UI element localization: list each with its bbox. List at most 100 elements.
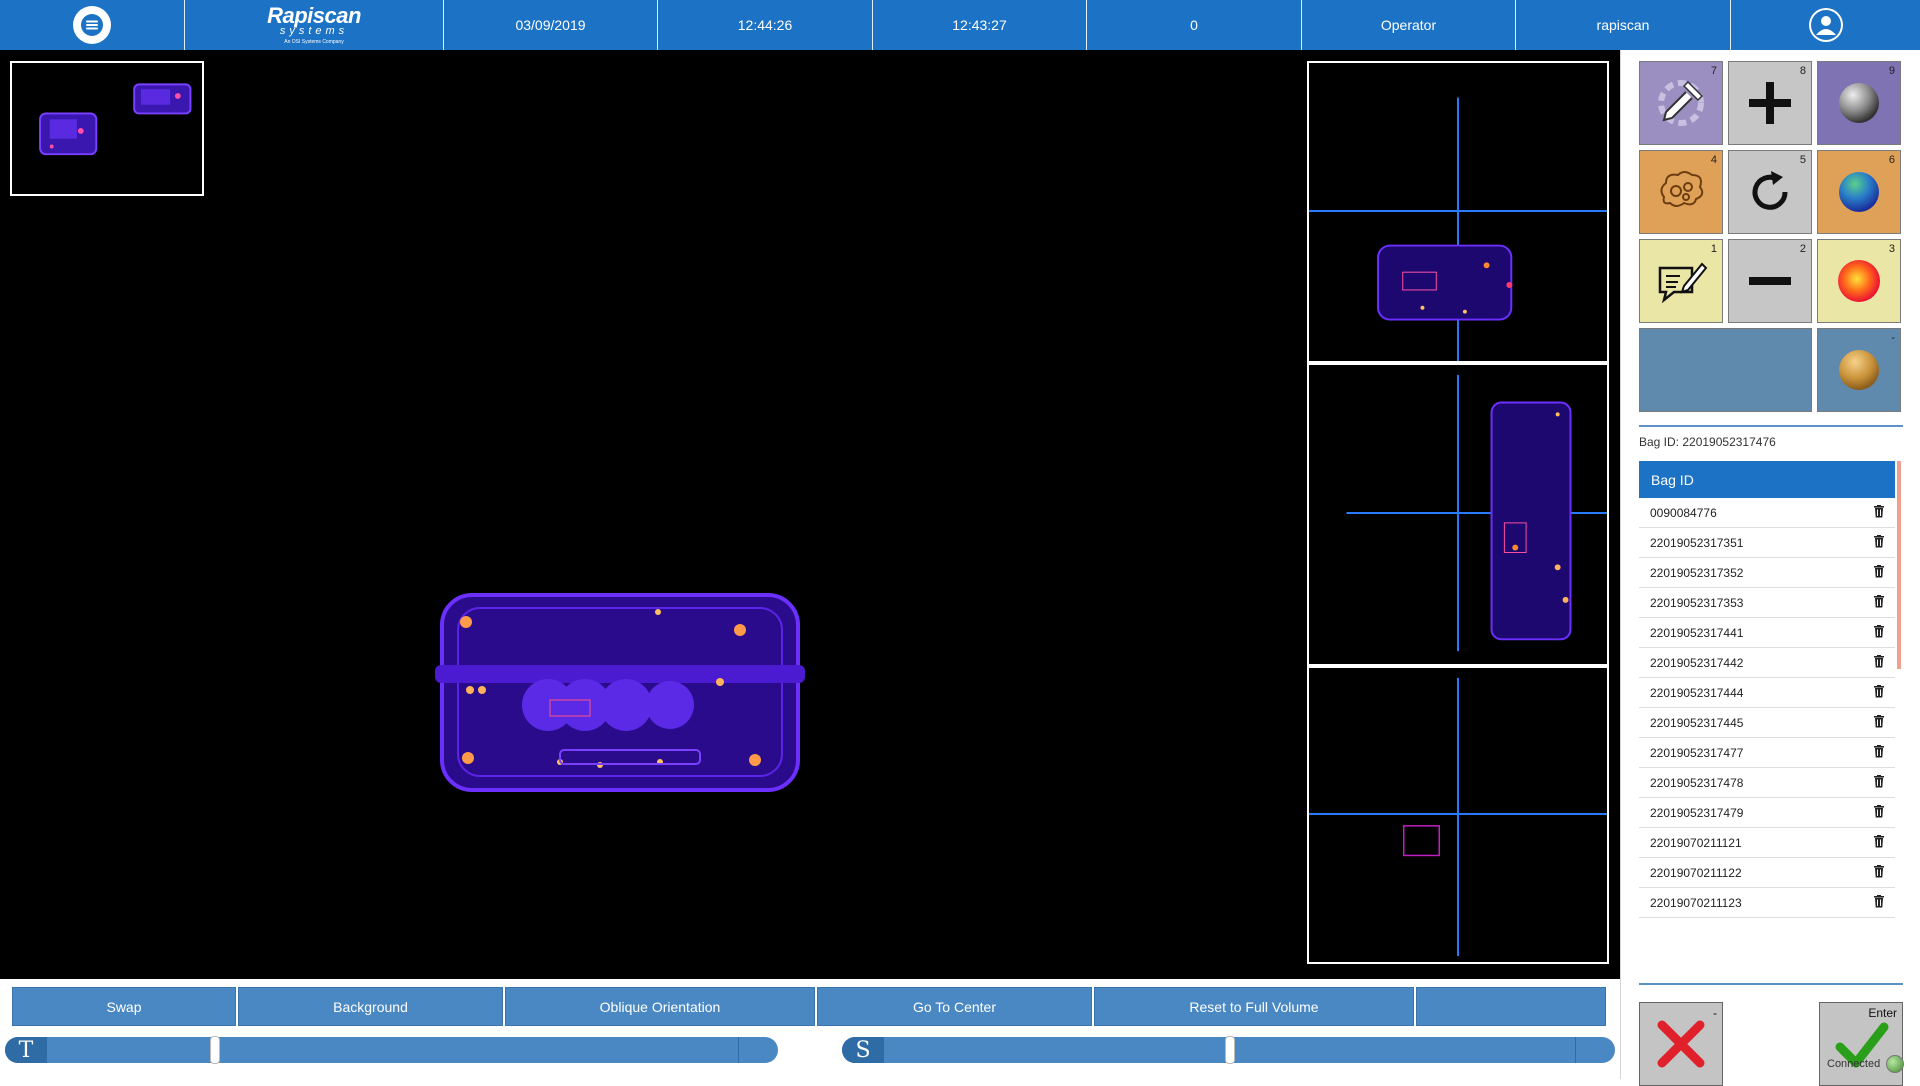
bag-id-value: 22019052317352: [1650, 565, 1744, 580]
trash-icon[interactable]: [1873, 744, 1885, 761]
tile-shortcut: 3: [1888, 243, 1895, 255]
trash-icon[interactable]: [1873, 684, 1885, 701]
s-slider-label: S: [842, 1037, 884, 1063]
bag-id-row[interactable]: 22019052317351: [1639, 528, 1895, 558]
bottom-toolbar: Swap Background Oblique Orientation Go T…: [0, 979, 1620, 1079]
trash-icon[interactable]: [1873, 714, 1885, 731]
bag-id-value: 22019052317353: [1650, 595, 1744, 610]
bag-list-scrollbar[interactable]: [1897, 461, 1901, 669]
bag-id-row[interactable]: 22019070211122: [1639, 858, 1895, 888]
top-bar: Rapiscan systems An OSI Systems Company …: [0, 0, 1920, 50]
annotate-tool-button[interactable]: 1: [1639, 239, 1723, 323]
top-slice-image: [1309, 97, 1607, 361]
front-slice-image: [1309, 677, 1607, 957]
bag-id-row[interactable]: 22019052317477: [1639, 738, 1895, 768]
blank-tool-tile[interactable]: [1639, 328, 1812, 412]
connection-led-icon: [1886, 1055, 1905, 1073]
zoom-in-tool-button[interactable]: 8: [1728, 61, 1812, 145]
logo-cell: Rapiscan systems An OSI Systems Company: [185, 0, 444, 50]
ai-detection-tool-button[interactable]: 4: [1639, 150, 1723, 234]
user-profile-button[interactable]: [1808, 8, 1843, 42]
gold-material-tool-button[interactable]: -: [1817, 328, 1901, 412]
username-display: rapiscan: [1516, 0, 1731, 50]
trash-icon[interactable]: [1873, 804, 1885, 821]
slice-view-top[interactable]: [1307, 61, 1609, 363]
bag-id-row[interactable]: 22019052317353: [1639, 588, 1895, 618]
overview-thumbnail[interactable]: [10, 61, 204, 196]
menu-button[interactable]: [73, 6, 111, 44]
rotate-tool-button[interactable]: 5: [1728, 150, 1812, 234]
scanned-bag-3d-render: [435, 593, 805, 792]
trash-icon[interactable]: [1873, 534, 1885, 551]
eyedropper-tool-button[interactable]: 7: [1639, 61, 1723, 145]
connection-status-text: Connected: [1827, 1058, 1881, 1070]
date-display: 03/09/2019: [444, 0, 658, 50]
reject-shortcut: -: [1713, 1006, 1717, 1020]
trash-icon[interactable]: [1873, 654, 1885, 671]
separator: [1639, 425, 1903, 427]
zoom-out-tool-button[interactable]: 2: [1728, 239, 1812, 323]
bag-id-row[interactable]: 22019052317445: [1639, 708, 1895, 738]
bag-id-row[interactable]: 22019052317478: [1639, 768, 1895, 798]
slice-view-side[interactable]: [1307, 363, 1609, 666]
tile-shortcut: 6: [1888, 154, 1895, 166]
oblique-orientation-button[interactable]: Oblique Orientation: [505, 987, 815, 1026]
background-button[interactable]: Background: [238, 987, 503, 1026]
bag-id-row[interactable]: 22019052317352: [1639, 558, 1895, 588]
reject-button[interactable]: -: [1639, 1002, 1723, 1086]
trash-icon[interactable]: [1873, 504, 1885, 521]
gray-material-tool-button[interactable]: 9: [1817, 61, 1901, 145]
bag-id-row[interactable]: 22019070211121: [1639, 828, 1895, 858]
bag-id-row[interactable]: 0090084776: [1639, 498, 1895, 528]
bag-id-list: Bag ID 0090084776 22019052317351 220190523…: [1639, 461, 1895, 969]
trash-icon[interactable]: [1873, 624, 1885, 641]
reset-full-volume-button[interactable]: Reset to Full Volume: [1094, 987, 1414, 1026]
bag-id-row[interactable]: 22019052317441: [1639, 618, 1895, 648]
bag-id-value: 22019052317477: [1650, 745, 1744, 760]
separator: [1639, 983, 1903, 985]
connection-status: Connected: [1827, 1055, 1905, 1073]
swap-button[interactable]: Swap: [12, 987, 236, 1026]
current-bag-id-label: Bag ID: 22019052317476: [1639, 435, 1776, 449]
trash-icon[interactable]: [1873, 774, 1885, 791]
bag-id-row[interactable]: 22019070211123: [1639, 888, 1895, 918]
role-display: Operator: [1302, 0, 1516, 50]
view-tool-row: Swap Background Oblique Orientation Go T…: [12, 987, 1606, 1026]
bag-id-row[interactable]: 22019052317442: [1639, 648, 1895, 678]
s-slider-thumb[interactable]: [1224, 1036, 1235, 1064]
minus-icon: [1749, 277, 1791, 285]
count-display: 0: [1087, 0, 1302, 50]
trash-icon[interactable]: [1873, 594, 1885, 611]
trash-icon[interactable]: [1873, 834, 1885, 851]
trash-icon[interactable]: [1873, 564, 1885, 581]
thumbnail-bags-image: [39, 83, 192, 156]
accept-button[interactable]: Enter: [1819, 1002, 1903, 1086]
xray-3d-view[interactable]: [0, 50, 1620, 979]
right-tool-panel: 7 8 9 4 5 6 1 2 3 - Bag ID: 220190523174…: [1620, 50, 1920, 1086]
user-cell: [1731, 0, 1920, 50]
t-slider-thumb[interactable]: [210, 1036, 221, 1064]
blue-material-tool-button[interactable]: 6: [1817, 150, 1901, 234]
gold-sphere-icon: [1839, 350, 1879, 390]
bag-id-rows: 0090084776 22019052317351 22019052317352 22…: [1639, 498, 1895, 918]
trash-icon[interactable]: [1873, 894, 1885, 911]
bag-id-value: 22019052317445: [1650, 715, 1744, 730]
trash-icon[interactable]: [1873, 864, 1885, 881]
empty-tool-button[interactable]: [1416, 987, 1606, 1026]
tile-shortcut: -: [1891, 332, 1895, 344]
red-material-tool-button[interactable]: 3: [1817, 239, 1901, 323]
user-icon: [1810, 10, 1841, 40]
slice-view-front[interactable]: [1307, 666, 1609, 964]
rotate-icon: [1752, 171, 1788, 210]
logo-tag: An OSI Systems Company: [284, 39, 344, 45]
bag-id-row[interactable]: 22019052317444: [1639, 678, 1895, 708]
go-to-center-button[interactable]: Go To Center: [817, 987, 1092, 1026]
t-slider[interactable]: T: [5, 1036, 778, 1064]
t-slider-label: T: [5, 1037, 47, 1063]
tile-shortcut: 7: [1710, 65, 1717, 77]
s-slider-end: [1575, 1037, 1615, 1063]
tile-shortcut: 9: [1888, 65, 1895, 77]
s-slider[interactable]: S: [842, 1036, 1615, 1064]
blue-sphere-icon: [1839, 172, 1879, 212]
bag-id-row[interactable]: 22019052317479: [1639, 798, 1895, 828]
